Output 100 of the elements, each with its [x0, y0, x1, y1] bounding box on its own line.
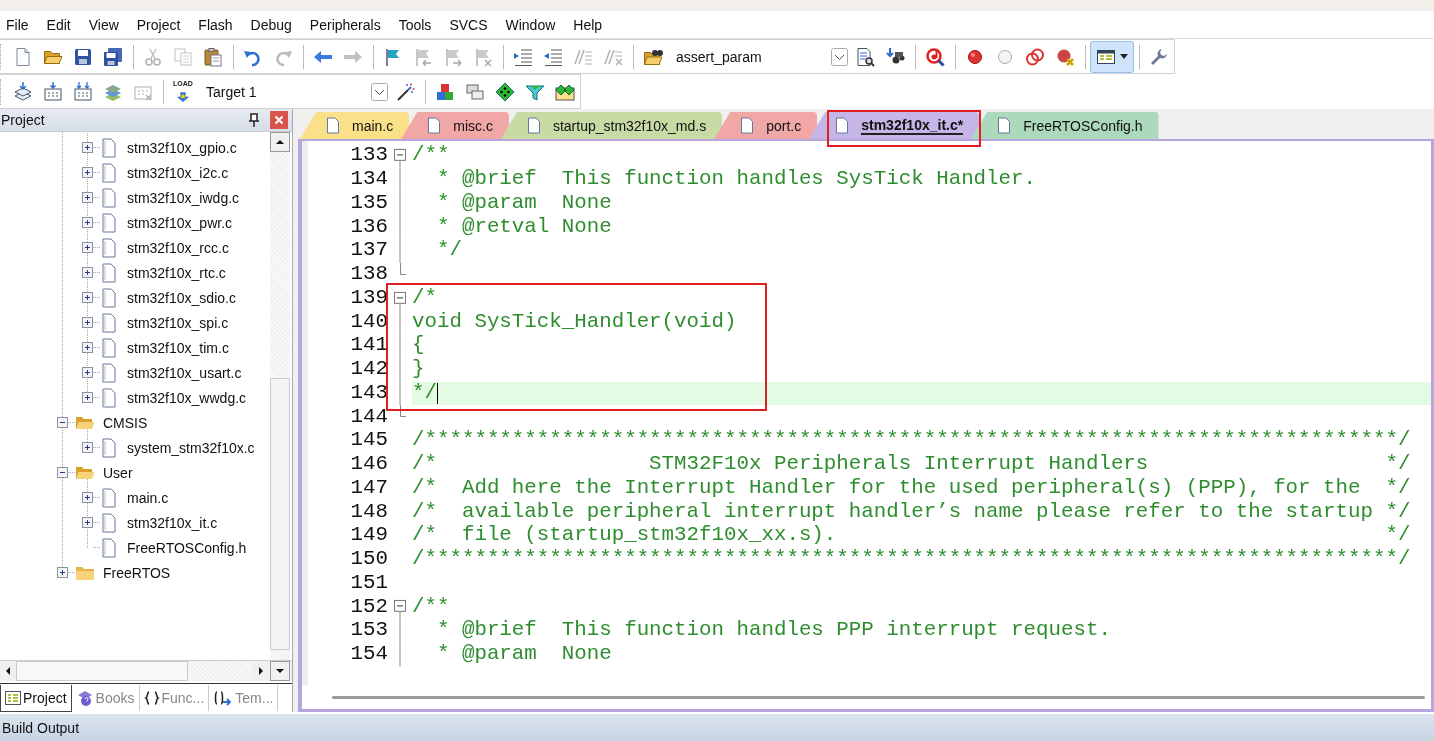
tree-item[interactable]: stm32f10x_rcc.c — [127, 239, 229, 256]
expand-icon[interactable] — [82, 492, 93, 503]
pin-icon[interactable] — [248, 113, 260, 127]
panel-tab[interactable]: Project — [0, 684, 72, 712]
file-icon — [326, 117, 340, 134]
tree-item[interactable]: FreeRTOSConfig.h — [127, 539, 247, 556]
save-icon[interactable] — [73, 46, 93, 67]
tree-item[interactable]: stm32f10x_tim.c — [127, 339, 229, 356]
indent-icon[interactable] — [513, 46, 533, 67]
tree-item[interactable]: User — [103, 464, 133, 481]
layout-button[interactable] — [1090, 40, 1134, 73]
expand-icon[interactable] — [82, 242, 93, 253]
tree-item[interactable]: FreeRTOS — [103, 564, 171, 581]
scrollbar-thumb[interactable] — [332, 695, 1425, 699]
menu-item[interactable]: Help — [573, 16, 603, 33]
file-tab[interactable]: misc.c — [401, 112, 509, 139]
windows-icon[interactable] — [465, 81, 485, 102]
menu-item[interactable]: Flash — [198, 16, 233, 33]
menu-item[interactable]: Window — [505, 16, 556, 33]
double-circle-icon[interactable] — [1025, 46, 1045, 67]
tree-item[interactable]: stm32f10x_sdio.c — [127, 289, 236, 306]
tree-item[interactable]: stm32f10x_wwdg.c — [127, 389, 247, 406]
file-icon — [101, 362, 117, 383]
file-tab[interactable]: startup_stm32f10x_md.s — [500, 112, 723, 139]
magic-wand-icon[interactable] — [395, 81, 415, 102]
expand-icon[interactable] — [82, 317, 93, 328]
menu-item[interactable]: SVCS — [449, 16, 488, 33]
grid-arrow-icon[interactable] — [43, 81, 63, 102]
blocks-icon[interactable] — [435, 81, 455, 102]
grid-arrows-icon[interactable] — [73, 81, 93, 102]
line-number: 144 — [349, 406, 388, 428]
file-tab[interactable]: main.c — [300, 112, 410, 139]
expand-icon[interactable] — [82, 217, 93, 228]
scrollbar[interactable] — [270, 132, 290, 660]
menu-item[interactable]: Project — [136, 16, 181, 33]
scroll-down-icon[interactable] — [270, 661, 290, 681]
line-number: 135 — [349, 192, 388, 214]
scrollbar-thumb[interactable] — [16, 661, 188, 681]
panel-tab[interactable]: Func... — [139, 685, 210, 711]
expand-icon[interactable] — [57, 567, 68, 578]
new-file-icon[interactable] — [13, 46, 33, 67]
menu-item[interactable]: Tools — [398, 16, 432, 33]
expand-icon[interactable] — [82, 192, 93, 203]
code-line: /* STM32F10x Peripherals Interrupt Handlers */ — [412, 454, 1411, 475]
diamond-icon[interactable] — [495, 81, 515, 102]
scrollbar-thumb[interactable] — [270, 378, 290, 650]
menu-item[interactable]: Edit — [46, 16, 71, 33]
tree-item[interactable]: stm32f10x_it.c — [127, 514, 218, 531]
menu-item[interactable]: Peripherals — [309, 16, 381, 33]
tree-item[interactable]: stm32f10x_rtc.c — [127, 264, 226, 281]
collapse-icon[interactable] — [57, 417, 68, 428]
file-tab[interactable]: FreeRTOSConfig.h — [971, 112, 1159, 139]
chevron-down-icon[interactable] — [831, 47, 848, 66]
file-icon — [101, 487, 117, 508]
file-icon — [526, 117, 541, 134]
expand-icon[interactable] — [82, 267, 93, 278]
expand-icon[interactable] — [82, 292, 93, 303]
paste-icon[interactable] — [203, 46, 223, 67]
tree-item[interactable]: stm32f10x_iwdg.c — [127, 189, 240, 206]
debug-search-icon[interactable] — [925, 46, 945, 67]
dropdown-field[interactable]: Target 1 — [200, 79, 388, 104]
file-tab[interactable]: port.c — [714, 112, 818, 139]
tree-item[interactable]: main.c — [127, 489, 169, 506]
document-search-icon[interactable] — [855, 46, 875, 67]
tree-item[interactable]: stm32f10x_i2c.c — [127, 164, 229, 181]
expand-icon[interactable] — [82, 167, 93, 178]
expand-icon[interactable] — [82, 442, 93, 453]
line-number: 142 — [349, 359, 388, 380]
text-cursor — [436, 382, 439, 404]
tree-item[interactable]: stm32f10x_usart.c — [127, 364, 242, 381]
save-all-icon[interactable] — [103, 46, 123, 67]
tree-item[interactable]: stm32f10x_gpio.c — [127, 139, 237, 156]
menu-item[interactable]: Debug — [250, 16, 292, 33]
wrench-icon[interactable] — [1149, 46, 1169, 67]
outdent-icon[interactable] — [543, 46, 563, 67]
panel-tab[interactable]: Tem... — [209, 685, 279, 711]
tree-item[interactable]: system_stm32f10x.c — [127, 439, 255, 456]
close-icon[interactable] — [270, 111, 288, 129]
dropdown-field[interactable]: assert_param — [670, 44, 848, 69]
layers-arrow-icon[interactable] — [13, 81, 33, 102]
expand-icon[interactable] — [82, 517, 93, 528]
panel-tab[interactable]: Books — [71, 685, 140, 711]
expand-icon[interactable] — [82, 367, 93, 378]
collapse-icon[interactable] — [57, 467, 68, 478]
file-icon — [997, 117, 1012, 134]
tree-item[interactable]: CMSIS — [103, 414, 148, 431]
tree-item[interactable]: stm32f10x_spi.c — [127, 314, 229, 331]
code-line: * @brief This function handles SysTick Handler. — [435, 169, 1036, 190]
line-number: 152 — [349, 596, 388, 618]
menu-item[interactable]: View — [88, 16, 119, 33]
file-tab[interactable]: stm32f10x_it.c* — [809, 112, 980, 139]
expand-icon[interactable] — [82, 392, 93, 403]
expand-icon[interactable] — [82, 142, 93, 153]
menu-item[interactable]: File — [6, 16, 29, 33]
expand-icon[interactable] — [82, 342, 93, 353]
line-number: 149 — [349, 525, 388, 547]
scroll-up-icon[interactable] — [270, 132, 290, 152]
chevron-down-icon[interactable] — [371, 82, 388, 101]
braces-icon — [143, 690, 160, 706]
tree-item[interactable]: stm32f10x_pwr.c — [127, 214, 233, 231]
